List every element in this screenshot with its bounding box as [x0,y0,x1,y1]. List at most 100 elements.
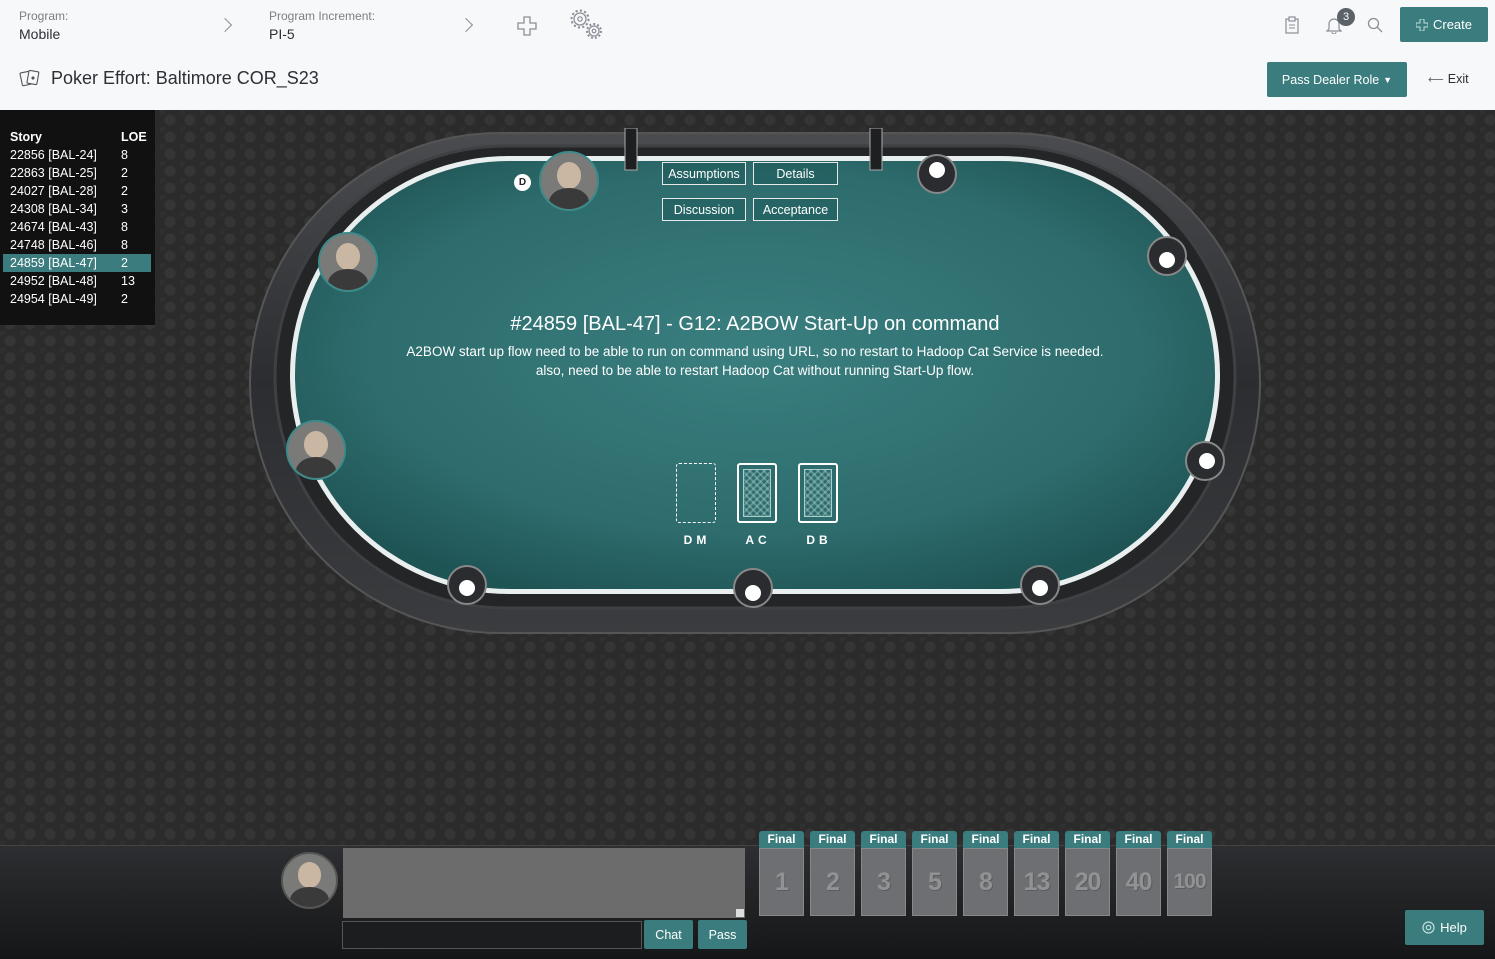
vote-card-2[interactable]: Final 2 [810,831,855,916]
vote-value: 100 [1167,848,1212,916]
resize-handle-icon[interactable] [736,909,744,917]
story-row[interactable]: 22856 [BAL-24] 8 [3,146,151,164]
vote-card-20[interactable]: Final 20 [1065,831,1110,916]
final-tab: Final [1167,831,1212,848]
story-row[interactable]: 22863 [BAL-25] 2 [3,164,151,182]
increment-selector[interactable]: PI-5 [269,26,295,42]
vote-card-40[interactable]: Final 40 [1116,831,1161,916]
card-back [737,463,777,523]
player-avatar [318,232,378,292]
exit-button[interactable]: ⟵ Exit [1428,72,1469,86]
caret-down-icon: ▼ [1383,74,1393,85]
pass-dealer-label: Pass Dealer Role [1281,72,1380,87]
vote-card-13[interactable]: Final 13 [1014,831,1059,916]
program-selector[interactable]: Mobile [19,26,60,42]
help-button[interactable]: Help [1405,910,1484,945]
story-row[interactable]: 24952 [BAL-48] 13 [3,272,151,290]
bottom-bar [0,845,1495,959]
final-tab: Final [1014,831,1059,848]
story-row[interactable]: 24954 [BAL-49] 2 [3,290,151,308]
chat-button[interactable]: Chat [644,920,693,949]
story-row[interactable]: 24748 [BAL-46] 8 [3,236,151,254]
story-title: #24859 [BAL-47] - G12: A2BOW Start-Up on… [510,313,1000,335]
program-label: Program: [19,9,69,23]
vote-value: 8 [963,848,1008,916]
vote-card-100[interactable]: Final 100 [1167,831,1212,916]
pass-dealer-role-button[interactable]: Pass Dealer Role ▼ [1267,62,1407,97]
final-tab: Final [861,831,906,848]
search-icon[interactable] [1366,16,1384,34]
story-loe: 13 [121,274,135,288]
final-tab: Final [1065,831,1110,848]
assumptions-button[interactable]: Assumptions [662,162,746,185]
acceptance-button[interactable]: Acceptance [753,198,838,221]
story-row[interactable]: 24308 [BAL-34] 3 [3,200,151,218]
vote-value: 2 [810,848,855,916]
create-label: Create [1432,17,1473,32]
increment-label: Program Increment: [269,9,376,23]
story-description: A2BOW start up flow need to be able to r… [406,344,1104,378]
story-loe: 8 [121,238,128,252]
story-row[interactable]: 24027 [BAL-28] 2 [3,182,151,200]
story-row[interactable]: 24674 [BAL-43] 8 [3,218,151,236]
story-loe: 8 [121,220,128,234]
player-avatar-dealer [539,151,599,211]
top-bar: Program: Mobile Program Increment: PI-5 … [0,0,1495,110]
chat-log[interactable] [343,848,745,918]
final-tab: Final [963,831,1008,848]
player-avatar [286,420,346,480]
program-chevron-icon[interactable] [217,17,233,33]
story-list-header: Story LOE [10,130,147,144]
card-back [798,463,838,523]
vote-value: 20 [1065,848,1110,916]
clipboard-icon[interactable] [1284,15,1300,35]
notification-badge: 3 [1337,8,1355,26]
vote-card-3[interactable]: Final 3 [861,831,906,916]
story-id: 24027 [BAL-28] [10,184,97,198]
story-id: 22863 [BAL-25] [10,166,97,180]
story-loe: 2 [121,292,128,306]
story-loe: 2 [121,256,128,270]
final-tab: Final [810,831,855,848]
vote-value: 40 [1116,848,1161,916]
card-player-name: DB [806,533,832,547]
card-slot-empty [676,463,716,523]
exit-label: Exit [1447,72,1469,86]
vote-value: 13 [1014,848,1059,916]
story-list-panel: Story LOE 22856 [BAL-24] 8 22863 [BAL-25]… [0,110,155,325]
story-id: 24748 [BAL-46] [10,238,97,252]
plus-icon [1415,18,1428,31]
create-button[interactable]: Create [1400,7,1488,42]
arrow-left-icon: ⟵ [1428,73,1444,86]
details-button[interactable]: Details [753,162,838,185]
story-loe: 3 [121,202,128,216]
story-id: 24952 [BAL-48] [10,274,97,288]
story-row-selected[interactable]: 24859 [BAL-47] 2 [3,254,151,272]
loe-column-header: LOE [121,130,147,144]
vote-value: 1 [759,848,804,916]
lifebuoy-icon [1422,921,1435,934]
chat-input[interactable] [342,921,642,949]
add-icon[interactable] [516,15,538,37]
vote-value: 5 [912,848,957,916]
vote-card-5[interactable]: Final 5 [912,831,957,916]
increment-chevron-icon[interactable] [458,17,474,33]
story-id: 24674 [BAL-43] [10,220,97,234]
pass-button[interactable]: Pass [698,920,747,949]
dealer-chip: D [514,174,531,191]
discussion-button[interactable]: Discussion [662,198,746,221]
vote-card-1[interactable]: Final 1 [759,831,804,916]
final-tab: Final [912,831,957,848]
final-tab: Final [1116,831,1161,848]
story-id: 24954 [BAL-49] [10,292,97,306]
my-avatar [281,852,338,909]
help-label: Help [1440,920,1467,935]
story-id: 22856 [BAL-24] [10,148,97,162]
final-tab: Final [759,831,804,848]
settings-gears-icon[interactable] [568,8,606,42]
page-title: Poker Effort: Baltimore COR_S23 [51,68,319,88]
story-column-header: Story [10,130,42,144]
vote-card-8[interactable]: Final 8 [963,831,1008,916]
story-loe: 8 [121,148,128,162]
poker-cards-icon [19,68,41,88]
